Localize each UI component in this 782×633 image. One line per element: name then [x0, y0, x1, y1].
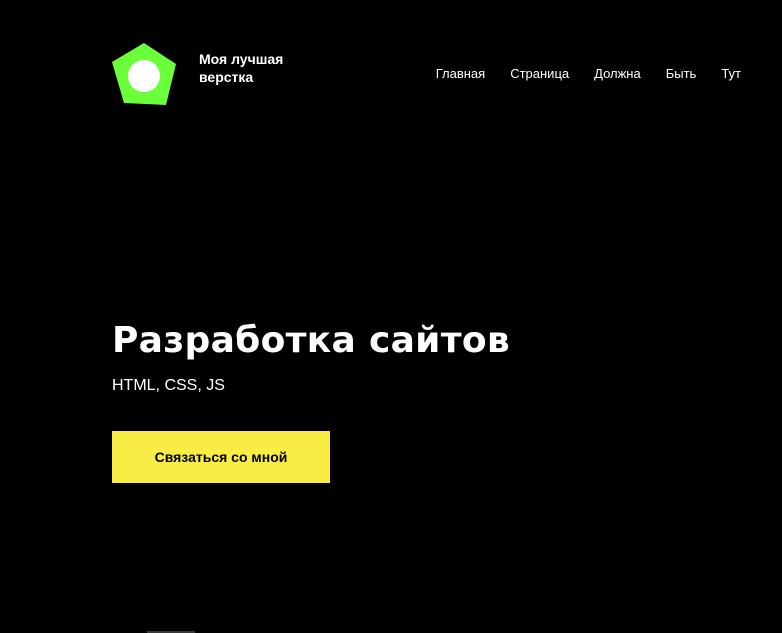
hero-section: Разработка сайтов HTML, CSS, JS — [112, 318, 510, 396]
hero-title: Разработка сайтов — [112, 320, 510, 361]
nav-item-be[interactable]: Быть — [666, 66, 697, 82]
site-header: Моя лучшая верстка Главная Страница Долж… — [0, 0, 782, 130]
hero-subtitle: HTML, CSS, JS — [112, 377, 225, 394]
nav-item-page[interactable]: Страница — [510, 66, 569, 82]
main-nav: Главная Страница Должна Быть Тут — [436, 66, 741, 82]
logo-text: Моя лучшая верстка — [199, 51, 284, 85]
nav-item-here[interactable]: Тут — [721, 66, 741, 82]
green-pentagon-logo-icon — [112, 43, 176, 105]
contact-me-button[interactable]: Связаться со мной — [112, 431, 330, 483]
nav-item-should[interactable]: Должна — [594, 66, 641, 82]
nav-item-main[interactable]: Главная — [436, 66, 485, 82]
logo-link[interactable]: Моя лучшая верстка — [112, 42, 289, 106]
